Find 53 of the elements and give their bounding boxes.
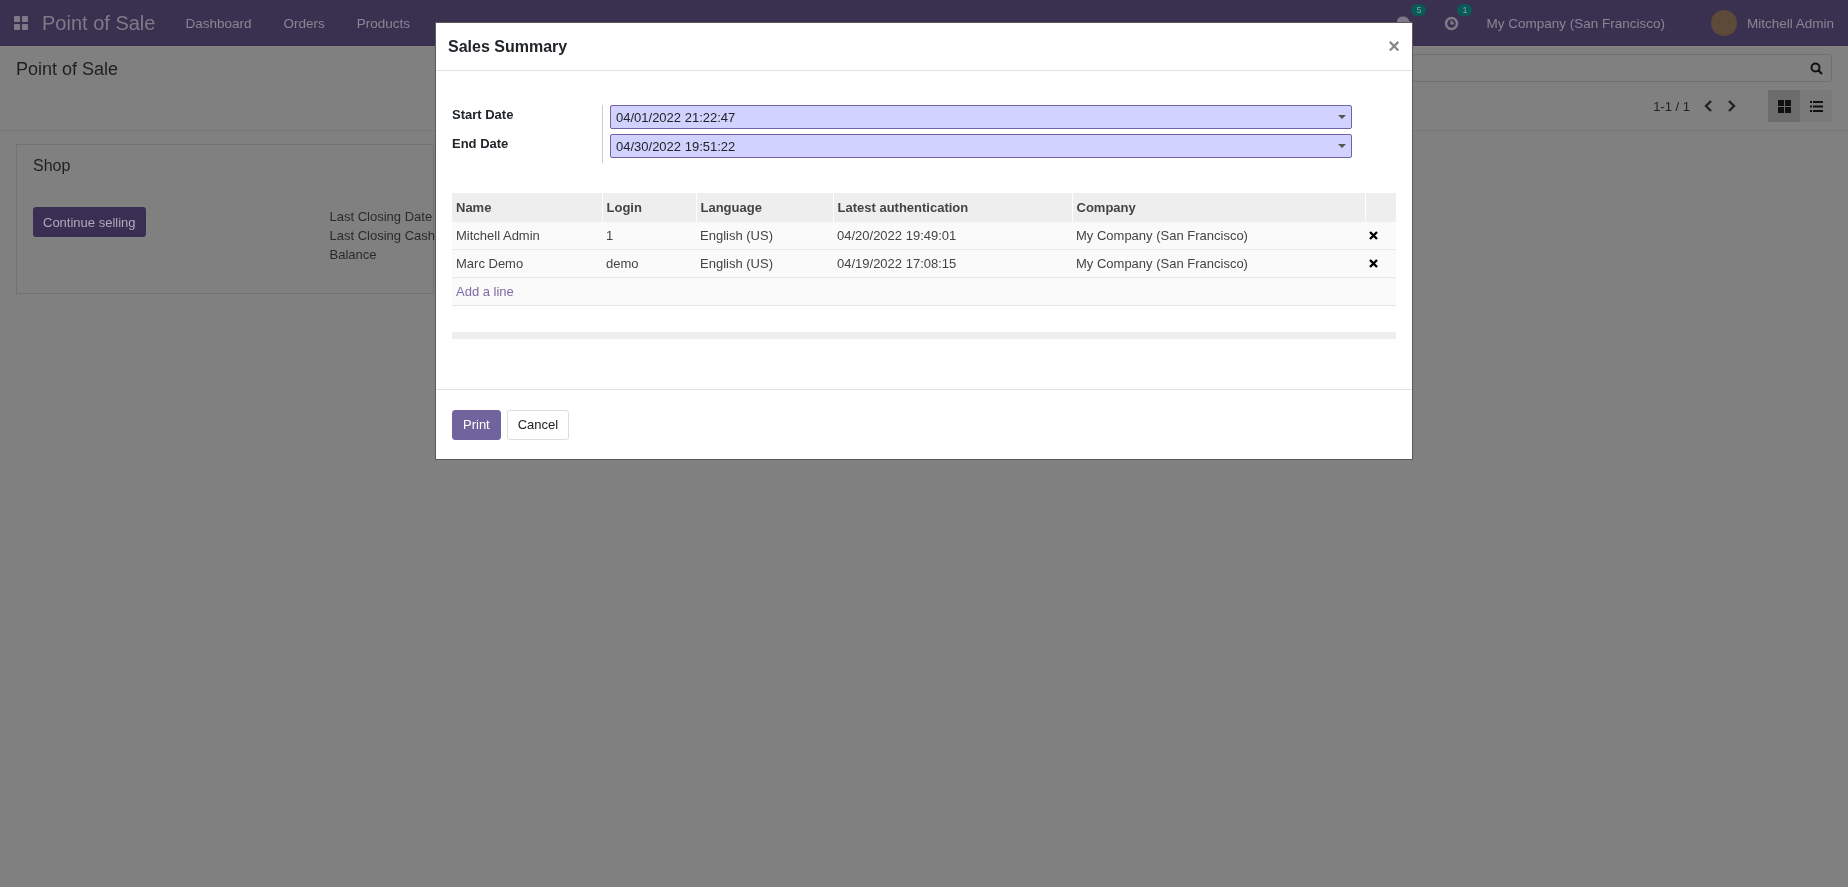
table-cell: English (US) <box>696 222 833 250</box>
cross-icon[interactable] <box>1369 259 1378 268</box>
caret-icon <box>1338 144 1346 148</box>
table-cell: My Company (San Francisco) <box>1072 249 1365 278</box>
continue-selling-button[interactable]: Continue selling <box>33 207 146 237</box>
breadcrumb[interactable]: Point of Sale <box>16 59 119 130</box>
cross-icon[interactable] <box>1369 231 1378 240</box>
date-field[interactable]: 04/01/2022 21:22:47 <box>610 105 1352 129</box>
search-icon[interactable] <box>1810 61 1823 75</box>
field-label: Start Date <box>452 106 515 124</box>
chevron-left-icon[interactable] <box>1704 100 1713 112</box>
print-button[interactable]: Print <box>452 409 501 440</box>
activity-count-badge: 1 <box>1457 4 1473 16</box>
table-cell: English (US) <box>696 249 833 278</box>
caret-icon <box>1338 115 1346 119</box>
view-switch-button[interactable] <box>1800 90 1832 122</box>
table-cell: 04/20/2022 19:49:01 <box>833 222 1072 250</box>
column-header[interactable]: Latest authentication <box>833 193 1072 222</box>
field-label: End Date <box>452 135 510 153</box>
column-header[interactable]: Login <box>602 193 696 222</box>
cancel-button[interactable]: Cancel <box>506 409 570 440</box>
menu-item[interactable]: Dashboard <box>185 15 252 31</box>
table-cell: demo <box>602 249 696 278</box>
menu-item[interactable]: Orders <box>283 15 325 31</box>
message-count-badge: 5 <box>1411 4 1427 16</box>
table-cell: 04/19/2022 17:08:15 <box>833 249 1072 278</box>
pager-value[interactable]: 1-1 / 1 <box>1653 98 1690 114</box>
field-label: Last Closing Date <box>329 209 434 225</box>
card-title: Shop <box>33 157 72 175</box>
dialog-title: Sales Summary <box>448 37 568 56</box>
table-cell: My Company (San Francisco) <box>1072 222 1365 250</box>
close-button[interactable]: × <box>1388 35 1400 58</box>
user-menu[interactable]: Mitchell Admin <box>1746 15 1834 31</box>
table-cell: Marc Demo <box>452 249 602 278</box>
search-field[interactable] <box>1412 54 1832 82</box>
table-cell: 1 <box>602 222 696 250</box>
menu-item[interactable]: Products <box>356 15 410 31</box>
grid-icon <box>1777 99 1791 113</box>
column-header[interactable]: Company <box>1072 193 1365 222</box>
app-title: Point of Sale <box>42 11 156 35</box>
table-cell: Mitchell Admin <box>452 222 602 250</box>
field-label: Balance <box>329 247 378 263</box>
apps-icon[interactable] <box>14 16 28 30</box>
date-field[interactable]: 04/30/2022 19:51:22 <box>610 134 1352 158</box>
column-header[interactable]: Name <box>452 193 602 222</box>
add-line-link[interactable]: Add a line <box>456 284 514 299</box>
field-label: Last Closing Cash <box>329 228 435 244</box>
clock-icon[interactable] <box>1443 15 1459 31</box>
view-switch-button[interactable] <box>1768 90 1800 122</box>
list-icon <box>1809 100 1823 112</box>
column-header[interactable]: Language <box>696 193 833 222</box>
chevron-right-icon[interactable] <box>1727 100 1736 112</box>
company-switcher[interactable]: My Company (San Francisco) <box>1486 15 1665 31</box>
